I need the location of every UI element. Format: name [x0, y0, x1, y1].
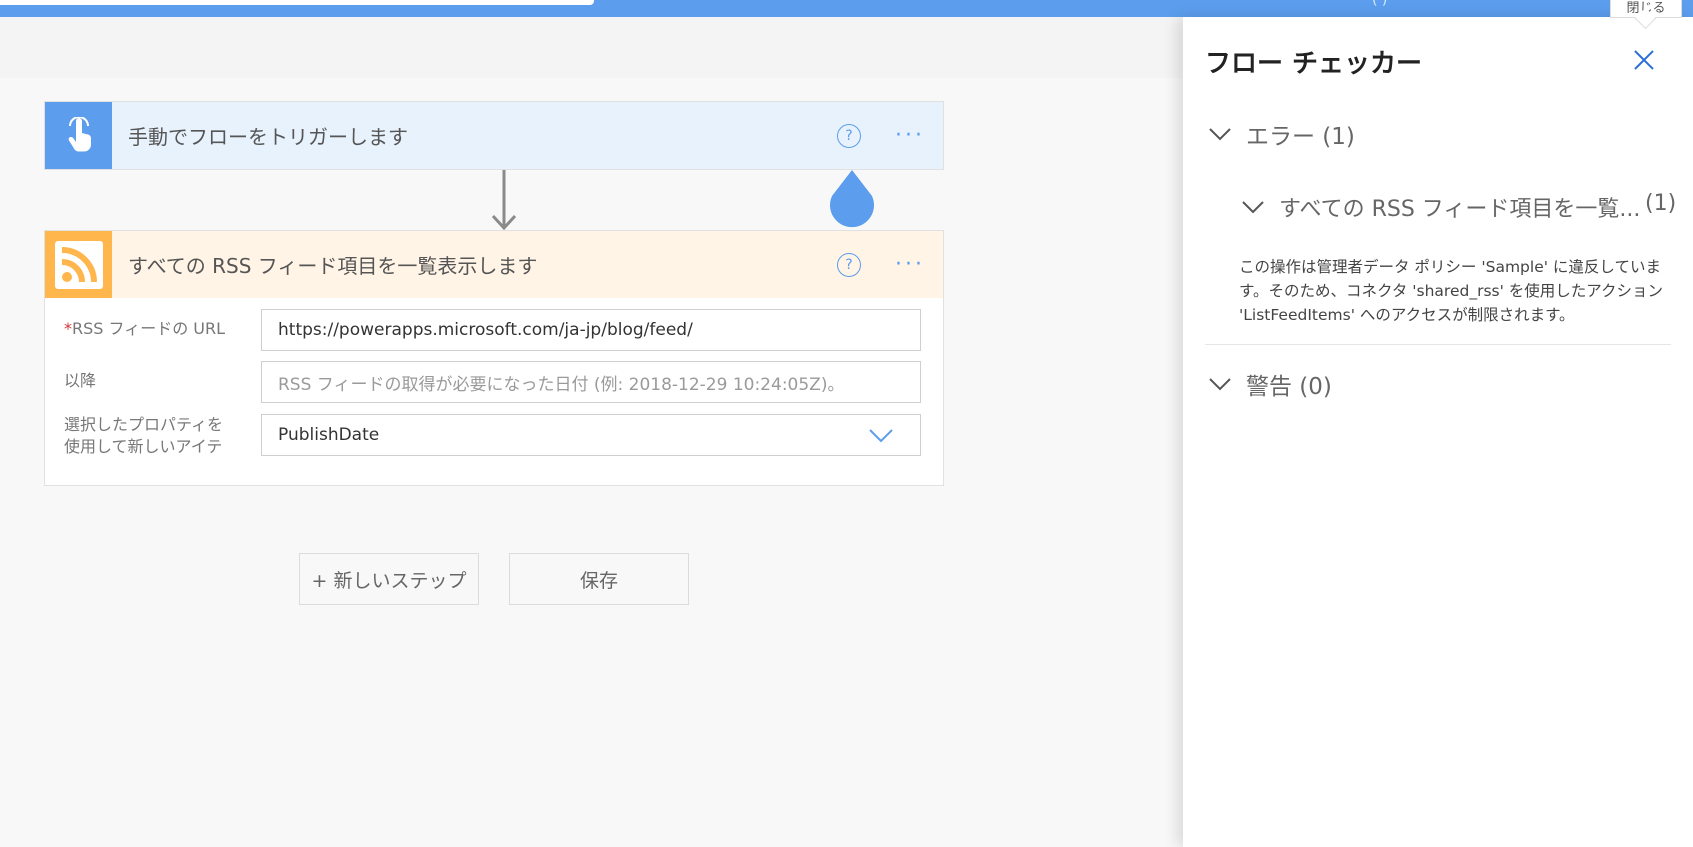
rss-card-title: すべての RSS フィード項目を一覧表示します	[128, 254, 538, 278]
error-item-label: すべての RSS フィード項目を一覧...	[1279, 197, 1641, 222]
touch-hand-icon	[45, 102, 112, 169]
rss-card[interactable]: すべての RSS フィード項目を一覧表示します ? ··· *RSS フィードの…	[44, 230, 944, 486]
chevron-down-icon	[1209, 378, 1231, 391]
help-icon[interactable]: ?	[837, 123, 862, 148]
trigger-card[interactable]: 手動でフローをトリガーします ? ···	[44, 101, 944, 170]
error-item-toggle[interactable]: すべての RSS フィード項目を一覧... (1)	[1241, 191, 1676, 223]
divider	[1205, 344, 1671, 345]
more-options-icon[interactable]: ···	[895, 124, 925, 146]
errors-section-toggle[interactable]: エラー (1)	[1208, 117, 1355, 151]
property-select[interactable]: PublishDate	[261, 414, 921, 456]
property-field-label: 選択したプロパティを 使用して新しいアイテ	[64, 414, 223, 458]
rss-icon	[45, 231, 112, 298]
connector-arrow-icon	[492, 170, 516, 231]
close-icon[interactable]	[1631, 47, 1657, 73]
property-label-line1: 選択したプロパティを	[64, 415, 224, 434]
url-field-label: *RSS フィードの URL	[64, 318, 225, 340]
chevron-down-icon	[1242, 201, 1264, 214]
top-bar: ( )	[0, 0, 1693, 17]
chevron-down-icon	[1209, 128, 1231, 141]
flow-checker-panel: フロー チェッカー エラー (1) すべての RSS フィード項目を一覧... …	[1183, 17, 1693, 847]
top-bar-text: ( )	[1372, 0, 1388, 8]
trigger-card-title: 手動でフローをトリガーします	[128, 125, 408, 149]
canvas-header-band	[0, 17, 1183, 78]
url-input[interactable]: https://powerapps.microsoft.com/ja-jp/bl…	[261, 309, 921, 351]
drop-marker-icon[interactable]	[828, 170, 876, 230]
since-input[interactable]: RSS フィードの取得が必要になった日付 (例: 2018-12-29 10:2…	[261, 361, 921, 403]
warnings-section-toggle[interactable]: 警告 (0)	[1208, 367, 1332, 401]
rss-card-header[interactable]: すべての RSS フィード項目を一覧表示します ? ···	[45, 231, 943, 298]
trigger-card-header[interactable]: 手動でフローをトリガーします ? ···	[45, 102, 943, 169]
more-options-icon[interactable]: ···	[895, 253, 925, 275]
since-field-label: 以降	[64, 371, 97, 390]
new-step-button[interactable]: + 新しいステップ	[299, 553, 479, 605]
errors-label: エラー (1)	[1246, 124, 1355, 150]
save-button[interactable]: 保存	[509, 553, 689, 605]
error-description: この操作は管理者データ ポリシー 'Sample' に違反しています。そのため、…	[1239, 258, 1664, 324]
chevron-down-icon[interactable]	[868, 424, 894, 446]
url-field-label-text: RSS フィードの URL	[72, 319, 226, 338]
search-box[interactable]	[0, 0, 594, 5]
panel-title: フロー チェッカー	[1205, 49, 1423, 79]
error-item-count: (1)	[1645, 191, 1677, 216]
help-icon[interactable]: ?	[837, 252, 862, 277]
property-label-line2: 使用して新しいアイテ	[64, 437, 223, 456]
warnings-label: 警告 (0)	[1246, 374, 1332, 400]
close-tooltip: 閉じる	[1610, 0, 1682, 18]
required-marker: *	[64, 319, 72, 338]
property-select-value: PublishDate	[278, 425, 380, 445]
